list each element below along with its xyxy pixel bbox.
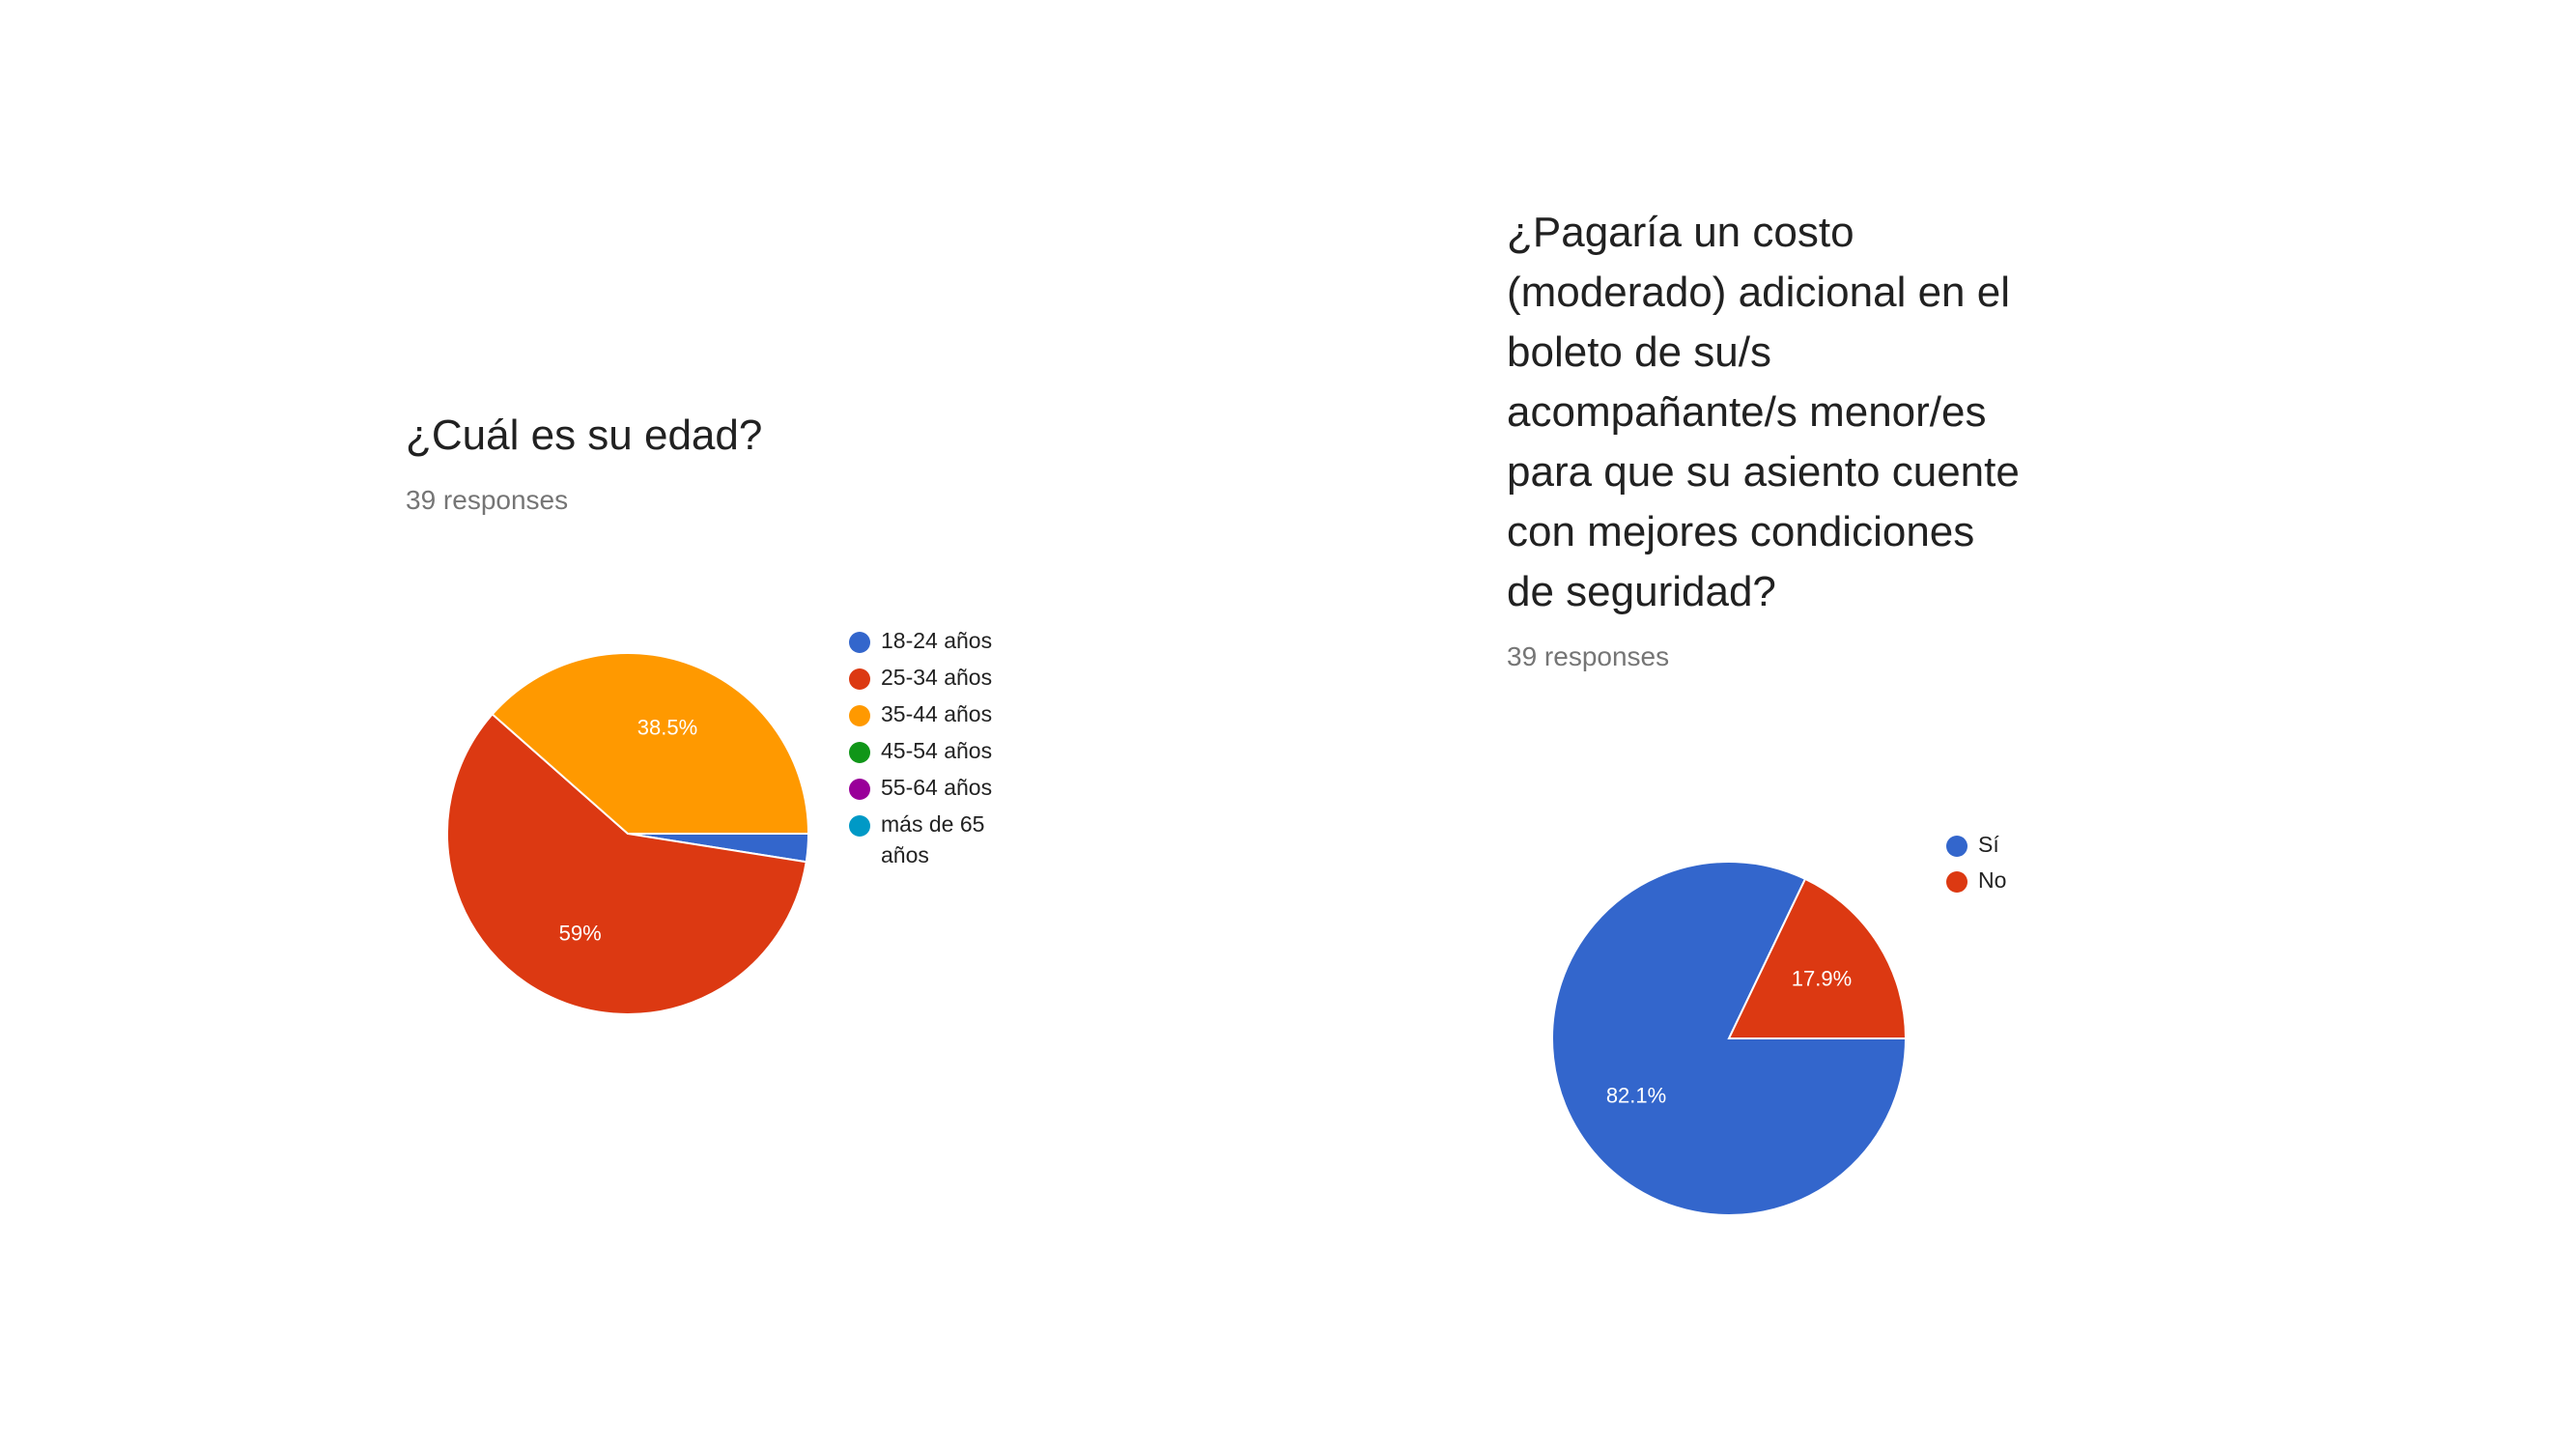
legend-label-25-34-anos[interactable]: 25-34 años [881, 665, 992, 690]
age-question-title: ¿Cuál es su edad? [406, 412, 763, 459]
legend-swatch-35-44-anos [849, 705, 870, 726]
age-pie-chart: 59% 38.5% 18-24 años 25-34 años 35-44 años 45… [446, 628, 992, 1015]
legend-swatch-18-24-anos [849, 632, 870, 653]
legend-label-18-24-anos[interactable]: 18-24 años [881, 628, 992, 653]
legend-swatch-25-34-anos [849, 668, 870, 690]
legend-swatch-45-54-anos [849, 742, 870, 763]
payment-response-count: 39 responses [1507, 641, 1670, 671]
age-response-count: 39 responses [406, 485, 569, 515]
pie-label-no: 17.9% [1792, 966, 1852, 990]
pie-label-si: 82.1% [1606, 1083, 1666, 1107]
legend-swatch-si [1946, 836, 1967, 857]
legend-label-no[interactable]: No [1978, 867, 2006, 893]
legend-label-mas-de-65-anos[interactable]: más de 65 años [881, 811, 984, 867]
age-question-card: ¿Cuál es su edad? 39 responses [406, 406, 1178, 516]
legend-swatch-mas-de-65-anos [849, 815, 870, 837]
pie-label-25-34-anos: 59% [559, 922, 602, 946]
legend-label-55-64-anos[interactable]: 55-64 años [881, 775, 992, 800]
legend-label-35-44-anos[interactable]: 35-44 años [881, 701, 992, 726]
legend-swatch-no [1946, 871, 1967, 893]
payment-question-card: ¿Pagaría un costo (moderado) adicional e… [1507, 203, 2376, 672]
payment-pie-chart: 82.1% 17.9% Sí No [1551, 832, 2006, 1216]
legend-label-si[interactable]: Sí [1978, 832, 1999, 857]
payment-question-title: ¿Pagaría un costo (moderado) adicional e… [1507, 209, 2020, 615]
legend-swatch-55-64-anos [849, 779, 870, 800]
pie-label-35-44-anos: 38.5% [637, 715, 697, 739]
legend-label-45-54-anos[interactable]: 45-54 años [881, 738, 992, 763]
